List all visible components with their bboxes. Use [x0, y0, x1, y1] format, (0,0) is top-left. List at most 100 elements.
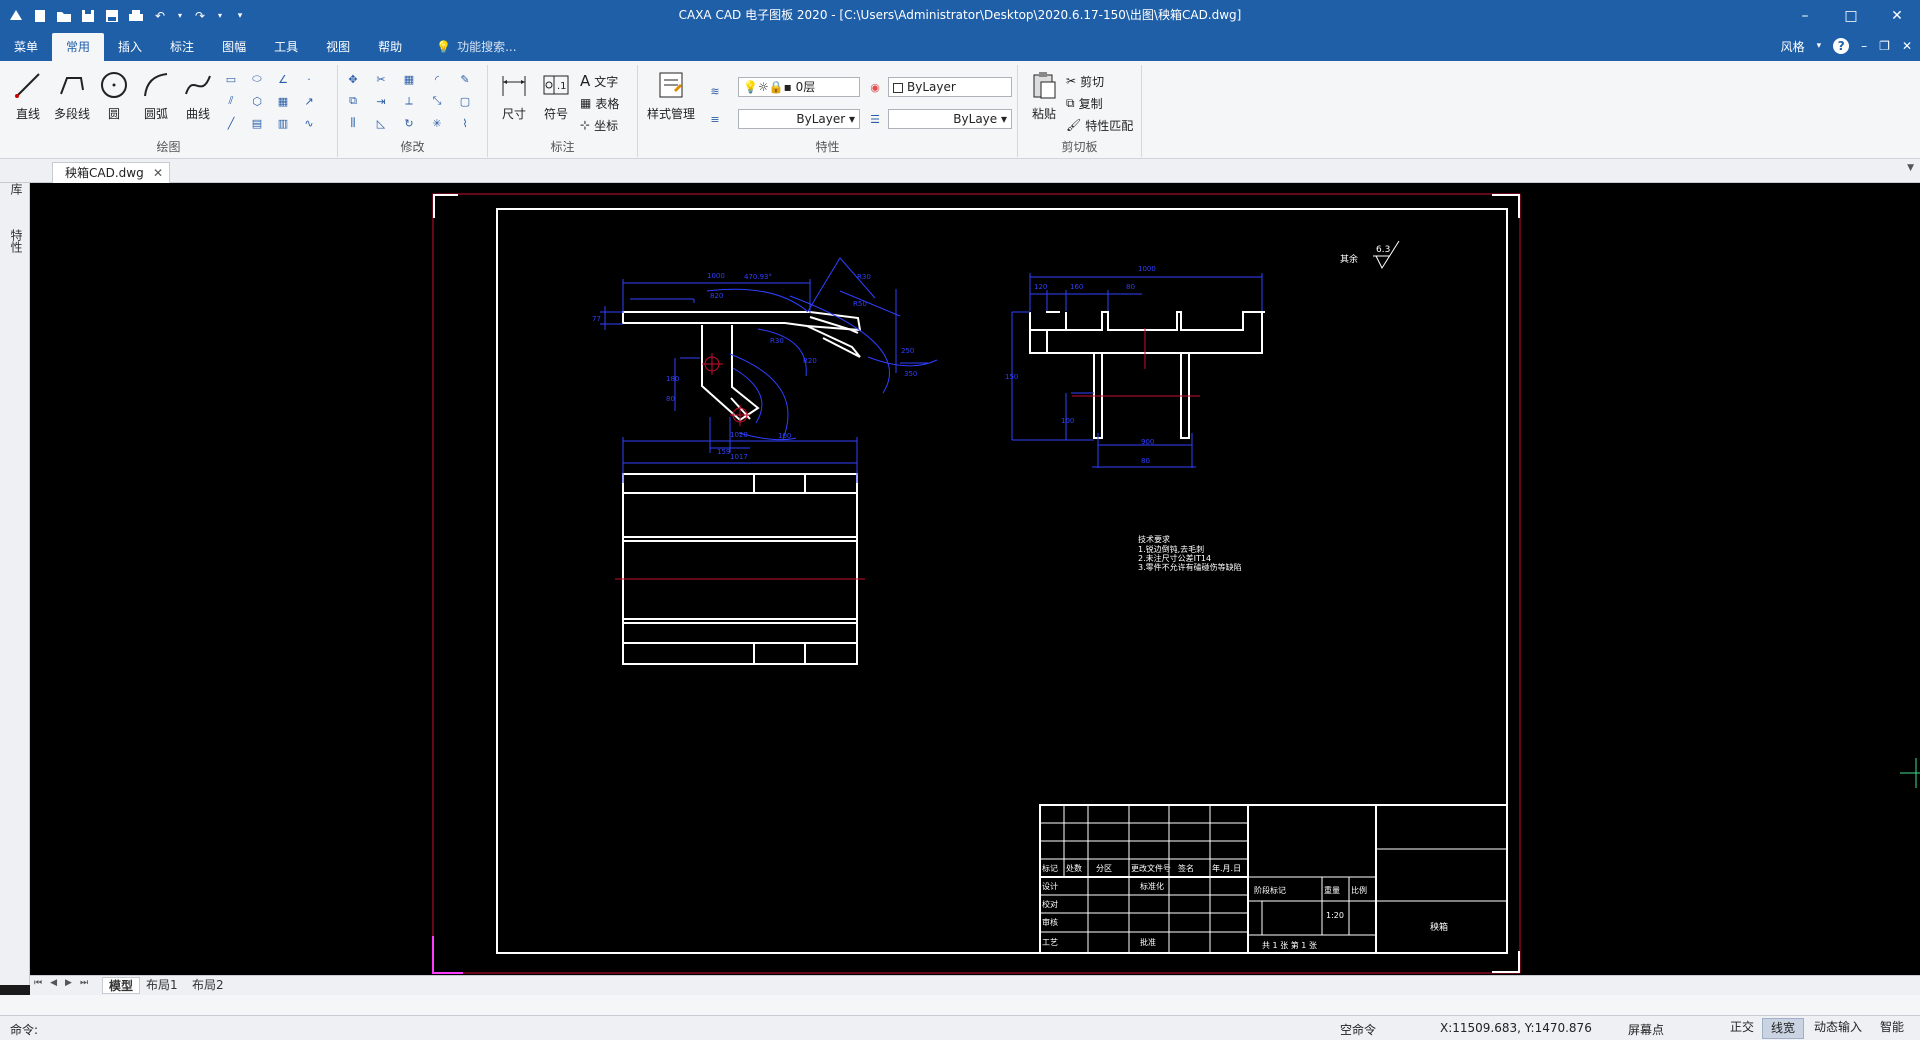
drawing-svg[interactable]: 其余 6.3 1000 820 470.93° R30 R50 R30 R20 …	[30, 183, 1920, 975]
centerline-icon[interactable]: ╱	[220, 113, 242, 133]
extend-icon[interactable]: ⇥	[370, 91, 392, 111]
ribbon-close-icon[interactable]: ✕	[1902, 39, 1912, 53]
ribbon-restore-icon[interactable]: ❐	[1879, 39, 1890, 53]
undo-icon[interactable]: ↶	[152, 8, 168, 24]
tab-view[interactable]: 视图	[312, 33, 364, 61]
hatch-icon[interactable]: ▤	[246, 113, 268, 133]
curve-button[interactable]: 曲线	[178, 69, 218, 122]
smart-snap-toggle[interactable]: 智能	[1872, 1018, 1912, 1039]
help-icon[interactable]: ?	[1833, 38, 1850, 54]
scale-icon[interactable]: ⤡	[426, 91, 448, 111]
arc-button[interactable]: 圆弧	[136, 69, 176, 122]
lineweight-icon[interactable]: ☰	[864, 109, 886, 129]
edit-icon[interactable]: ✎	[454, 69, 476, 89]
open-file-icon[interactable]	[56, 8, 72, 24]
line-button[interactable]: 直线	[8, 69, 48, 122]
coordinate-button[interactable]: ⊹ 坐标	[580, 115, 618, 135]
last-layout-icon[interactable]: ⏭	[80, 978, 88, 988]
tab-insert[interactable]: 插入	[104, 33, 156, 61]
command-prompt[interactable]: 命令:	[10, 1021, 38, 1038]
tab-help[interactable]: 帮助	[364, 33, 416, 61]
side-tab-properties[interactable]: 特性	[8, 229, 25, 253]
tab-sheet[interactable]: 图幅	[208, 33, 260, 61]
close-button[interactable]: ✕	[1874, 0, 1920, 31]
redo-dropdown-icon[interactable]: ▾	[216, 8, 224, 24]
table-button[interactable]: ▦ 表格	[580, 93, 619, 113]
copy-button[interactable]: ⧉ 复制	[1066, 93, 1103, 113]
redo-icon[interactable]: ↷	[192, 8, 208, 24]
tab-annotate[interactable]: 标注	[156, 33, 208, 61]
minimize-button[interactable]: –	[1782, 0, 1828, 31]
point-icon[interactable]: ·	[298, 69, 320, 89]
save-icon[interactable]	[80, 8, 96, 24]
layout-tab-model[interactable]: 模型	[102, 977, 141, 994]
tab-menu[interactable]: 菜单	[0, 33, 52, 61]
explode-icon[interactable]: ✳	[426, 113, 448, 133]
move-icon[interactable]: ✥	[342, 69, 364, 89]
parallel-line-icon[interactable]: ⫽	[220, 91, 242, 111]
text-button[interactable]: A 文字	[580, 71, 618, 91]
ellipse-icon[interactable]: ⬭	[246, 69, 268, 89]
layout-tab-2[interactable]: 布局2	[186, 977, 230, 994]
customize-qat-icon[interactable]: ▾	[232, 8, 248, 24]
drawing-canvas[interactable]: 其余 6.3 1000 820 470.93° R30 R50 R30 R20 …	[30, 183, 1920, 975]
break-icon[interactable]: ⌇	[454, 113, 476, 133]
spline-icon[interactable]: ∿	[298, 113, 320, 133]
paste-button[interactable]: 粘贴	[1024, 69, 1064, 122]
angle-line-icon[interactable]: ∠	[272, 69, 294, 89]
ortho-toggle[interactable]: 正交	[1722, 1018, 1762, 1039]
document-tab[interactable]: 秧箱CAD.dwg ✕	[52, 162, 170, 183]
prev-layout-icon[interactable]: ◀	[50, 978, 57, 988]
polyline-button[interactable]: 多段线	[50, 69, 94, 122]
rectangle-icon[interactable]: ▭	[220, 69, 242, 89]
next-layout-icon[interactable]: ▶	[65, 978, 72, 988]
rotate-icon[interactable]: ↻	[398, 113, 420, 133]
layer-select[interactable]: 💡☼🔒▪ 0层	[738, 77, 860, 97]
chamfer-icon[interactable]: ◺	[370, 113, 392, 133]
screen-point-toggle[interactable]: 屏幕点	[1628, 1021, 1664, 1038]
fillet-icon[interactable]: ◜	[426, 69, 448, 89]
tab-tools[interactable]: 工具	[260, 33, 312, 61]
dynamic-input-toggle[interactable]: 动态输入	[1806, 1018, 1870, 1039]
array-icon[interactable]: ▦	[398, 69, 420, 89]
undo-dropdown-icon[interactable]: ▾	[176, 8, 184, 24]
command-window[interactable]	[0, 995, 1920, 1015]
lineweight-select[interactable]: ByLaye ▾	[888, 109, 1012, 129]
block-icon[interactable]: ▦	[272, 91, 294, 111]
symbol-button[interactable]: .1 符号	[536, 69, 576, 122]
linetype-icon[interactable]: ≡	[704, 109, 726, 129]
match-properties-button[interactable]: 🖌 特性匹配	[1066, 115, 1133, 135]
style-manager-button[interactable]: 样式管理	[642, 69, 700, 122]
color-select[interactable]: ByLayer	[888, 77, 1012, 97]
layer-manager-icon[interactable]: ≋	[704, 81, 726, 101]
circle-icon	[101, 72, 127, 98]
style-menu[interactable]: 风格	[1781, 38, 1805, 55]
arrow-icon[interactable]: ↗	[298, 91, 320, 111]
cut-button[interactable]: ✂ 剪切	[1066, 71, 1104, 91]
stretch-icon[interactable]: ▢	[454, 91, 476, 111]
circle-button[interactable]: 圆	[94, 69, 134, 122]
ribbon-minimize-icon[interactable]: –	[1861, 39, 1867, 53]
pattern-icon[interactable]: ▥	[272, 113, 294, 133]
dimension-button[interactable]: 尺寸	[494, 69, 534, 122]
close-tab-icon[interactable]: ✕	[153, 163, 163, 183]
tab-common[interactable]: 常用	[52, 33, 105, 61]
first-layout-icon[interactable]: ⏮	[34, 978, 42, 988]
lineweight-toggle[interactable]: 线宽	[1762, 1018, 1805, 1039]
copy-entity-icon[interactable]: ⧉	[342, 91, 364, 111]
maximize-button[interactable]: □	[1828, 0, 1874, 31]
mirror-icon[interactable]: ⟂	[398, 91, 420, 111]
offset-icon[interactable]: ⫼	[342, 113, 364, 133]
polygon-icon[interactable]: ⬡	[246, 91, 268, 111]
linetype-select[interactable]: ByLayer ▾	[738, 109, 860, 129]
save-as-icon[interactable]	[104, 8, 120, 24]
chevron-down-icon[interactable]: ▾	[1817, 41, 1822, 51]
trim-icon[interactable]: ✂	[370, 69, 392, 89]
print-icon[interactable]	[128, 8, 144, 24]
layout-tab-1[interactable]: 布局1	[140, 977, 184, 994]
tab-list-dropdown-icon[interactable]: ▼	[1907, 163, 1914, 173]
new-file-icon[interactable]	[32, 8, 48, 24]
color-wheel-icon[interactable]: ◉	[864, 77, 886, 97]
function-search[interactable]: 💡 功能搜索...	[436, 33, 516, 61]
app-logo-icon[interactable]	[8, 8, 24, 24]
